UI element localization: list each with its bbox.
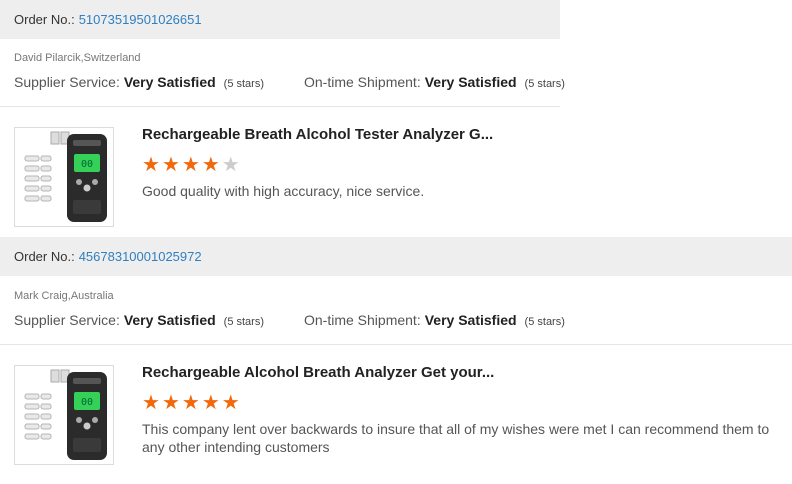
product-title-link[interactable]: Rechargeable Alcohol Breath Analyzer Get… [142, 364, 494, 381]
svg-text:00: 00 [81, 397, 93, 408]
service-ratings: Supplier Service: Very Satisfied (5 star… [14, 312, 565, 328]
order-number-link[interactable]: 45678310001025972 [79, 249, 202, 264]
review-comment: This company lent over backwards to insu… [142, 421, 770, 455]
order-label: Order No.: [14, 249, 75, 264]
shipment-label: On-time Shipment: [304, 74, 421, 90]
order-header: Order No.: 45678310001025972 [0, 237, 792, 276]
reviewer-name: Mark Craig,Australia [14, 290, 114, 302]
supplier-service-value: Very Satisfied [123, 312, 216, 328]
reviewer-name: David Pilarcik,Switzerland [14, 52, 141, 64]
star-icon: ★ [201, 154, 220, 176]
svg-text:00: 00 [81, 159, 93, 170]
breathalyzer-product-image: 00 [24, 369, 107, 460]
star-icon: ★ [181, 154, 200, 176]
product-thumbnail[interactable]: 00 [14, 127, 114, 227]
order-header: Order No.: 51073519501026651 [0, 0, 560, 39]
star-icon: ★ [181, 392, 200, 414]
shipment-stars: (5 stars) [524, 78, 565, 90]
supplier-service-stars: (5 stars) [223, 316, 264, 328]
supplier-service-label: Supplier Service: [14, 312, 120, 328]
star-icon: ★ [161, 392, 180, 414]
service-ratings: Supplier Service: Very Satisfied (5 star… [14, 74, 565, 90]
shipment-value: Very Satisfied [424, 74, 517, 90]
supplier-service-label: Supplier Service: [14, 74, 120, 90]
star-icon: ★ [142, 392, 160, 414]
star-icon: ★ [221, 154, 240, 176]
product-thumbnail[interactable]: 00 [14, 365, 114, 465]
product-title-link[interactable]: Rechargeable Breath Alcohol Tester Analy… [142, 126, 493, 143]
review-comment: Good quality with high accuracy, nice se… [142, 183, 425, 199]
star-icon: ★ [221, 392, 240, 414]
star-icon: ★ [161, 154, 180, 176]
product-rating: ★ ★ ★ ★ ★ [142, 155, 240, 175]
star-icon: ★ [201, 392, 220, 414]
divider [0, 106, 560, 107]
order-label: Order No.: [14, 12, 75, 27]
shipment-value: Very Satisfied [424, 312, 517, 328]
order-number-link[interactable]: 51073519501026651 [79, 12, 202, 27]
supplier-service-value: Very Satisfied [123, 74, 216, 90]
shipment-label: On-time Shipment: [304, 312, 421, 328]
divider [0, 344, 792, 345]
shipment-stars: (5 stars) [524, 316, 565, 328]
breathalyzer-product-image: 00 [24, 131, 107, 222]
supplier-service-stars: (5 stars) [223, 78, 264, 90]
star-icon: ★ [142, 154, 160, 176]
product-rating: ★ ★ ★ ★ ★ [142, 393, 240, 413]
